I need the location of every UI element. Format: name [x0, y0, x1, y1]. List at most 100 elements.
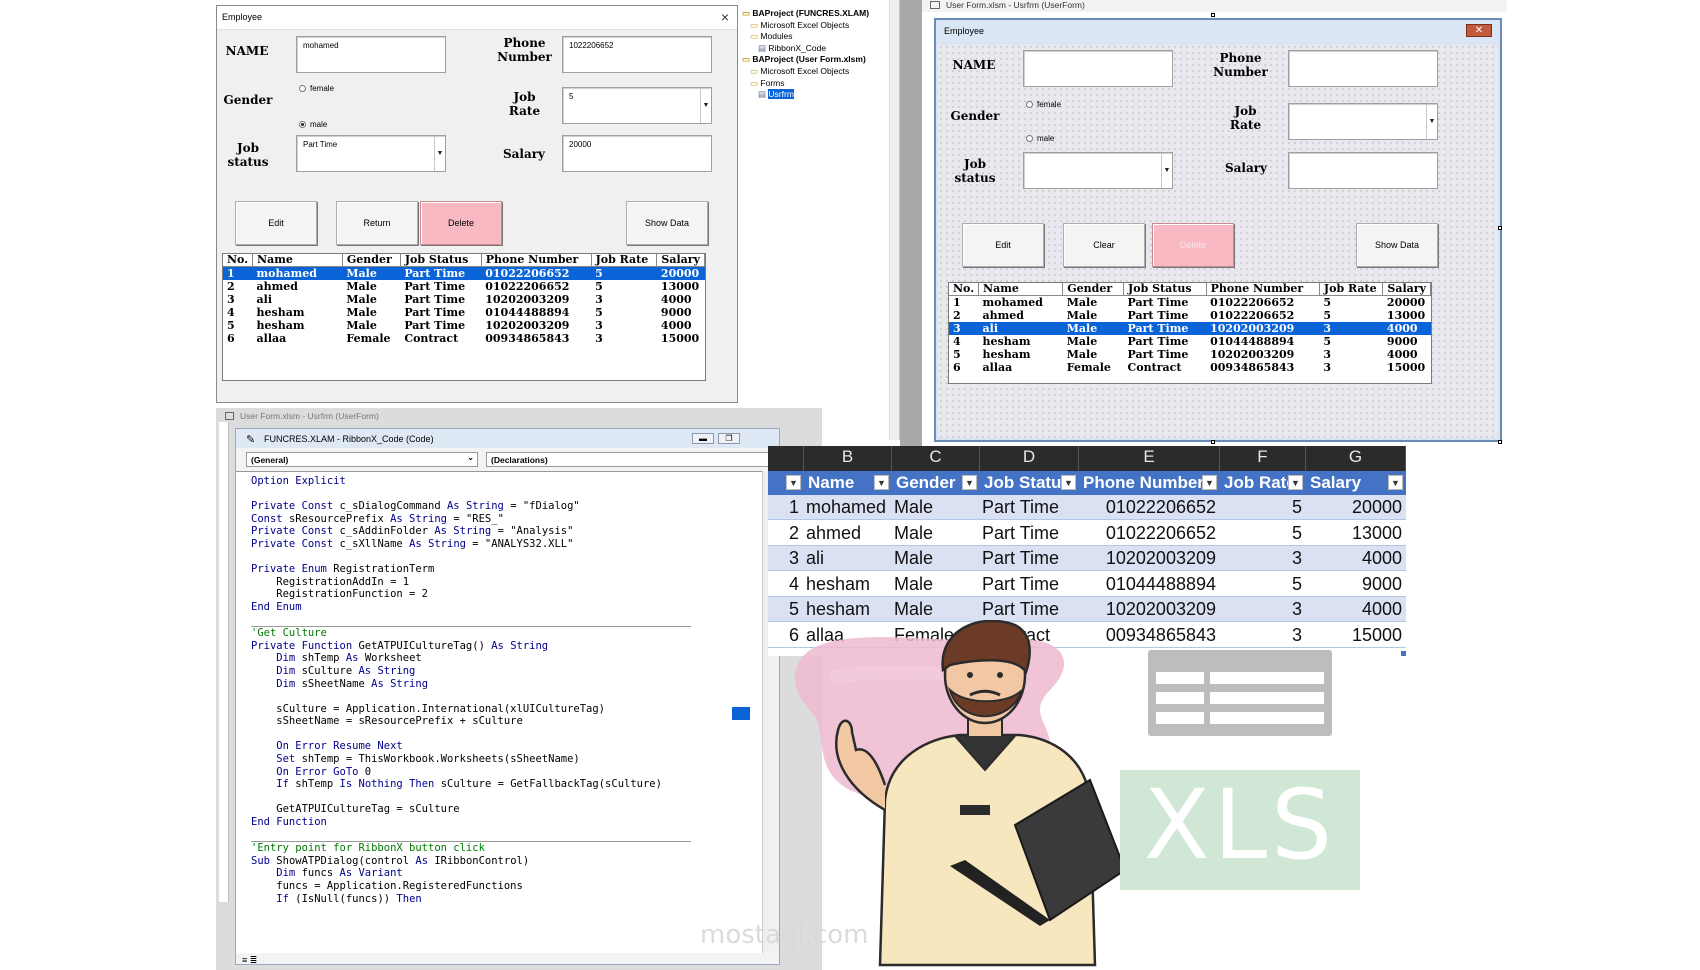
chevron-down-icon[interactable]: ▼ — [1161, 153, 1172, 188]
chevron-down-icon[interactable]: ⌄ — [467, 453, 474, 462]
edit-button[interactable]: Edit — [962, 223, 1044, 267]
tree-item[interactable]: ▭ Modules — [742, 31, 869, 43]
table-header-cell[interactable]: Name ▼ — [804, 471, 892, 495]
tree-item[interactable]: ▭ BAProject (FUNCRES.XLAM) — [742, 8, 869, 20]
table-cell[interactable]: Male — [894, 546, 978, 571]
table-row[interactable]: 1 mohamed Male Part Time 01022206652 5 20000 — [949, 296, 1431, 310]
table-header-cell[interactable]: Job Status ▼ — [980, 471, 1079, 495]
project-explorer-scrollbar[interactable] — [889, 0, 899, 440]
table-cell[interactable]: 4 — [773, 572, 799, 597]
table-row[interactable]: 1 mohamed Male Part Time 01022206652 5 20000 — [223, 266, 705, 280]
delete-button[interactable]: Delete — [420, 201, 502, 245]
table-cell[interactable]: 10202003209 — [1079, 546, 1216, 571]
table-row[interactable]: 6 allaa Female Contract 00934865843 3 15000 — [949, 361, 1431, 374]
radio-female[interactable]: female — [299, 84, 334, 93]
phone-field[interactable] — [1288, 50, 1438, 87]
table-cell[interactable]: Part Time — [982, 495, 1077, 520]
table-cell[interactable]: 5 — [1220, 521, 1302, 546]
job-status-combo[interactable]: ▼ — [1023, 152, 1173, 189]
chevron-down-icon[interactable]: ▼ — [1426, 104, 1437, 139]
tree-item[interactable]: ▭ Microsoft Excel Objects — [742, 20, 869, 32]
table-cell[interactable]: Part Time — [982, 546, 1077, 571]
tree-item[interactable]: ▤ RibbonX_Code — [742, 43, 869, 55]
table-row[interactable]: 3 ali Male Part Time 10202003209 3 4000 — [949, 322, 1431, 335]
filter-icon[interactable]: ▼ — [874, 475, 889, 490]
column-letter[interactable]: F — [1220, 446, 1306, 471]
filter-icon[interactable]: ▼ — [962, 475, 977, 490]
table-row[interactable]: 3 ali Male Part Time 10202003209 3 4000 — [223, 293, 705, 306]
name-field[interactable]: mohamed — [296, 36, 446, 73]
tree-item[interactable]: ▭ Forms — [742, 78, 869, 90]
column-letter[interactable]: G — [1306, 446, 1406, 471]
job-rate-combo[interactable]: ▼ — [1288, 103, 1438, 140]
table-cell[interactable]: hesham — [806, 597, 892, 622]
table-cell[interactable]: Male — [894, 521, 978, 546]
table-row[interactable]: 6 allaa Female Contract 00934865843 3 15000 — [223, 332, 705, 345]
table-row[interactable]: 5 hesham Male Part Time 10202003209 3 4000 — [949, 348, 1431, 361]
show-data-button[interactable]: Show Data — [1356, 223, 1438, 267]
table-cell[interactable]: Part Time — [982, 572, 1077, 597]
filter-icon[interactable]: ▼ — [786, 475, 801, 490]
employee-listbox[interactable]: No. Name Gender Job Status Phone Number Job R… — [948, 282, 1432, 384]
salary-field[interactable] — [1288, 152, 1438, 189]
radio-female-dot[interactable] — [299, 85, 306, 92]
column-letter[interactable]: D — [980, 446, 1079, 471]
code-editor[interactable]: Option Explicit Private Const c_sDialogC… — [236, 471, 762, 953]
table-cell[interactable]: Male — [894, 495, 978, 520]
table-cell[interactable]: 3 — [1220, 597, 1302, 622]
radio-female[interactable]: female — [1026, 100, 1061, 109]
clear-button[interactable]: Clear — [1063, 223, 1145, 267]
resize-handle[interactable] — [1211, 13, 1215, 17]
return-button[interactable]: Return — [336, 201, 418, 245]
table-cell[interactable]: 20000 — [1306, 495, 1402, 520]
tree-item[interactable]: ▤ Usrfrm — [742, 89, 869, 101]
show-data-button[interactable]: Show Data — [626, 201, 708, 245]
table-cell[interactable]: Male — [894, 572, 978, 597]
table-cell[interactable]: Male — [894, 597, 978, 622]
resize-handle[interactable] — [1211, 440, 1215, 444]
table-cell[interactable]: 4000 — [1306, 546, 1402, 571]
chevron-down-icon[interactable]: ▼ — [434, 136, 445, 171]
table-cell[interactable]: 5 — [1220, 572, 1302, 597]
job-status-combo[interactable]: Part Time ▼ — [296, 135, 446, 172]
radio-male[interactable]: male — [1026, 134, 1054, 143]
restore-icon[interactable]: ❐ — [718, 433, 740, 444]
procedure-dropdown[interactable]: (Declarations) — [486, 452, 781, 467]
table-cell[interactable]: 01044488894 — [1079, 572, 1216, 597]
table-cell[interactable]: ali — [806, 546, 892, 571]
table-row[interactable]: 5 hesham Male Part Time 10202003209 3 4000 — [223, 319, 705, 332]
table-header-cell[interactable]: Salary ▼ — [1306, 471, 1406, 495]
column-letter[interactable]: B — [804, 446, 892, 471]
table-header-cell[interactable]: Gender ▼ — [892, 471, 980, 495]
salary-field[interactable]: 20000 — [562, 135, 712, 172]
table-cell[interactable]: Part Time — [982, 597, 1077, 622]
table-cell[interactable]: 3 — [1220, 546, 1302, 571]
filter-icon[interactable]: ▼ — [1061, 475, 1076, 490]
column-letter[interactable]: E — [1079, 446, 1220, 471]
table-cell[interactable]: 1 — [773, 495, 799, 520]
table-cell[interactable]: 5 — [1220, 495, 1302, 520]
table-row[interactable]: 2 ahmed Male Part Time 01022206652 5 13000 — [223, 280, 705, 293]
job-rate-combo[interactable]: 5 ▼ — [562, 87, 712, 124]
radio-male-dot[interactable] — [299, 121, 306, 128]
close-icon[interactable]: ✕ — [1466, 24, 1492, 37]
radio-female-dot[interactable] — [1026, 101, 1033, 108]
table-cell[interactable]: 10202003209 — [1079, 597, 1216, 622]
column-letter[interactable]: C — [892, 446, 980, 471]
close-icon[interactable]: × — [721, 9, 729, 25]
table-cell[interactable]: 01022206652 — [1079, 495, 1216, 520]
table-cell[interactable]: 4000 — [1306, 597, 1402, 622]
table-row[interactable]: 2 ahmed Male Part Time 01022206652 5 13000 — [949, 309, 1431, 322]
resize-handle[interactable] — [1498, 440, 1502, 444]
chevron-down-icon[interactable]: ▼ — [700, 88, 711, 123]
radio-male-dot[interactable] — [1026, 135, 1033, 142]
table-cell[interactable]: Part Time — [982, 521, 1077, 546]
table-cell[interactable]: 5 — [773, 597, 799, 622]
table-cell[interactable]: 2 — [773, 521, 799, 546]
table-header-cell[interactable]: Job Rate ▼ — [1220, 471, 1306, 495]
table-cell[interactable]: 13000 — [1306, 521, 1402, 546]
filter-icon[interactable]: ▼ — [1288, 475, 1303, 490]
designer-form[interactable]: Employee ✕ NAME Phone Number Gender fema… — [934, 18, 1502, 442]
delete-button[interactable]: Delete — [1152, 223, 1234, 267]
filter-icon[interactable]: ▼ — [1202, 475, 1217, 490]
